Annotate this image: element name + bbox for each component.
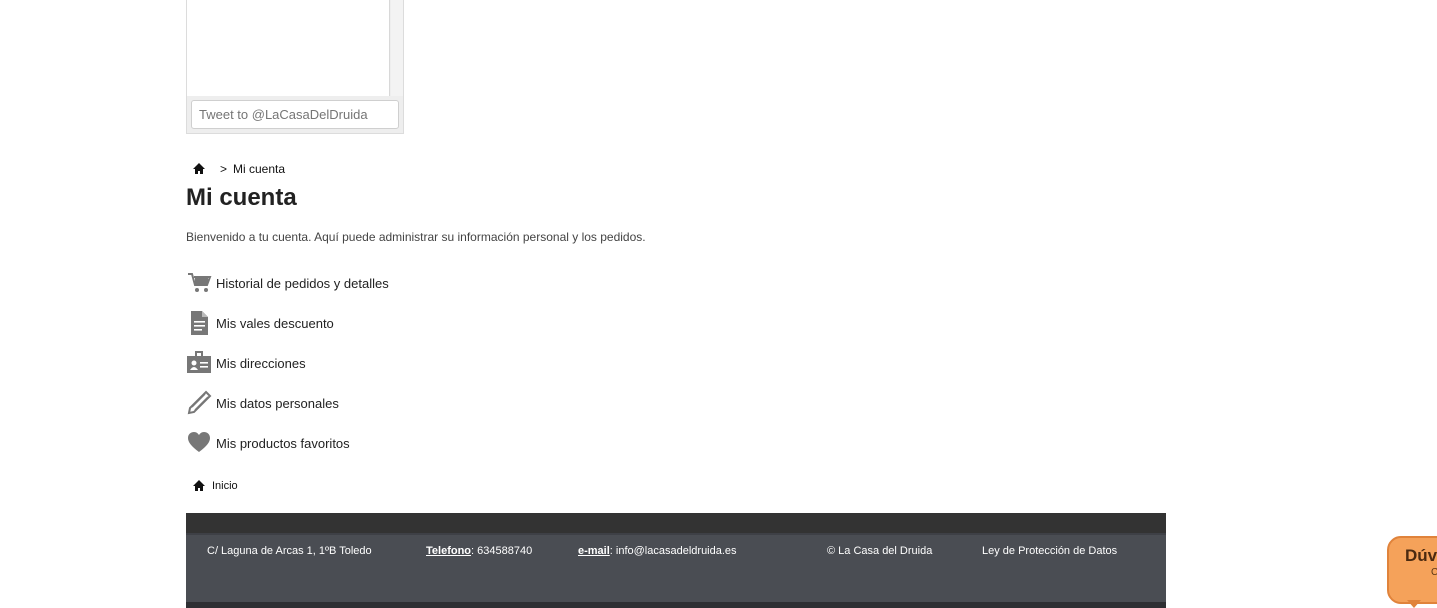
- order-history-link[interactable]: Historial de pedidos y detalles: [186, 270, 389, 296]
- heart-icon: [188, 432, 210, 452]
- list-item: Mis datos personales: [186, 390, 389, 430]
- footer-home-link[interactable]: Inicio: [192, 479, 238, 493]
- breadcrumb-separator: >: [220, 162, 228, 176]
- favorites-label: Mis productos favoritos: [216, 435, 350, 451]
- twitter-scrollbar[interactable]: [391, 0, 403, 96]
- footer: C/ Laguna de Arcas 1, 1ºB Toledo Telefon…: [186, 533, 1166, 608]
- addresses-label: Mis direcciones: [216, 355, 306, 371]
- footer-bottom-bar: [186, 602, 1166, 608]
- vouchers-link[interactable]: Mis vales descuento: [186, 310, 334, 336]
- footer-copyright: © La Casa del Druida: [827, 545, 933, 557]
- footer-address: C/ Laguna de Arcas 1, 1ºB Toledo: [207, 545, 372, 557]
- list-item: Mis productos favoritos: [186, 430, 389, 470]
- home-icon[interactable]: [192, 162, 206, 176]
- email-value: : info@lacasadeldruida.es: [609, 545, 737, 557]
- email-link[interactable]: e-mail: [578, 545, 610, 557]
- tweet-input[interactable]: [191, 100, 399, 129]
- breadcrumb-current: Mi cuenta: [233, 162, 286, 176]
- welcome-text: Bienvenido a tu cuenta. Aquí puede admin…: [186, 230, 646, 244]
- favorites-link[interactable]: Mis productos favoritos: [186, 430, 350, 456]
- help-chat-bubble[interactable]: Dúv C: [1387, 536, 1437, 608]
- order-history-label: Historial de pedidos y detalles: [216, 275, 389, 291]
- list-item: Historial de pedidos y detalles: [186, 270, 389, 310]
- footer-top-bar: [186, 513, 1166, 533]
- list-item: Mis direcciones: [186, 350, 389, 390]
- footer-home-label: Inicio: [212, 480, 238, 492]
- breadcrumb: > Mi cuenta: [192, 162, 285, 176]
- footer-email: e-mail: info@lacasadeldruida.es: [578, 545, 737, 557]
- pencil-icon: [187, 390, 212, 415]
- footer-phone: Telefono: 634588740: [426, 545, 532, 557]
- phone-link[interactable]: Telefono: [426, 545, 471, 557]
- home-icon: [193, 480, 205, 491]
- twitter-timeline[interactable]: [187, 0, 390, 96]
- vouchers-label: Mis vales descuento: [216, 315, 334, 331]
- account-links: Historial de pedidos y detalles Mis vale…: [186, 270, 389, 470]
- cart-icon: [188, 273, 212, 292]
- document-icon: [191, 311, 208, 335]
- help-bubble-tail: [1407, 600, 1421, 608]
- privacy-link[interactable]: Ley de Protección de Datos: [982, 545, 1117, 557]
- list-item: Mis vales descuento: [186, 310, 389, 350]
- help-bubble-title: Dúv: [1405, 546, 1437, 565]
- phone-value: : 634588740: [471, 545, 533, 557]
- personal-data-label: Mis datos personales: [216, 395, 339, 411]
- page-title: Mi cuenta: [186, 184, 297, 211]
- help-bubble-subtitle: C: [1431, 567, 1437, 578]
- personal-data-link[interactable]: Mis datos personales: [186, 390, 339, 416]
- twitter-widget: [186, 0, 404, 134]
- address-card-icon: [187, 351, 211, 373]
- addresses-link[interactable]: Mis direcciones: [186, 350, 306, 376]
